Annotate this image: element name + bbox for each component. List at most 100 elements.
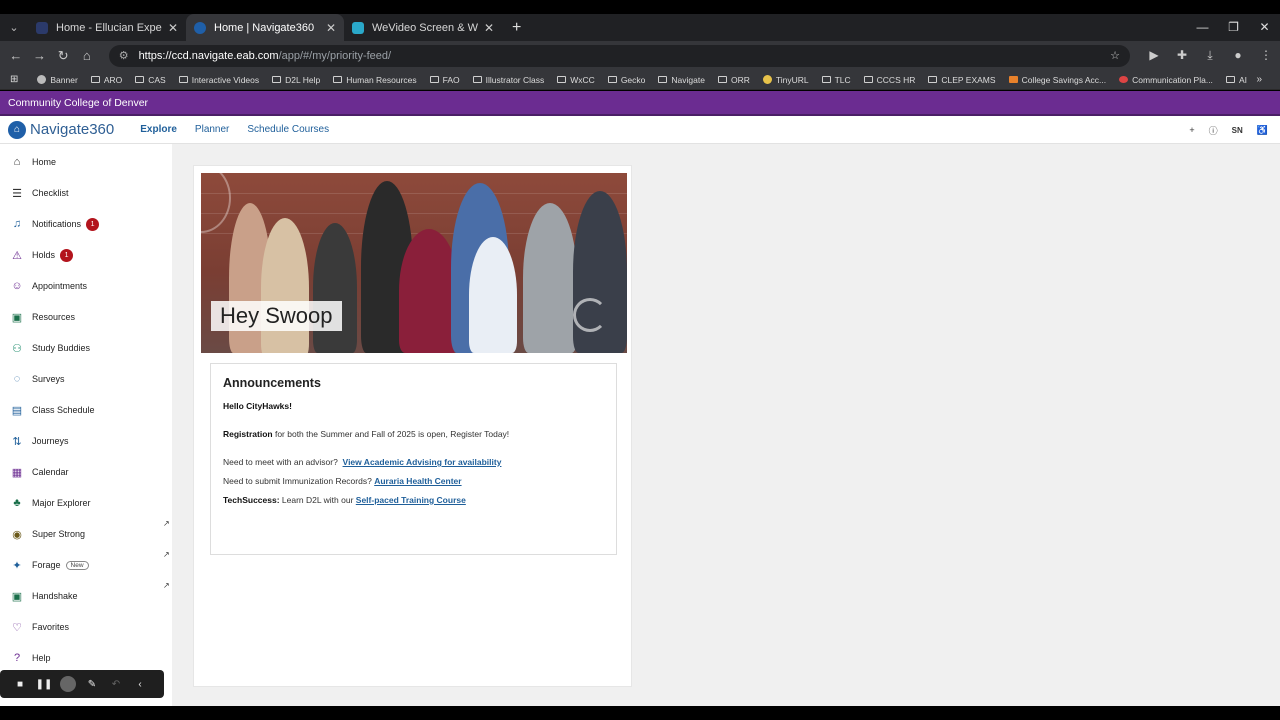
- auraria-health-link[interactable]: Auraria Health Center: [374, 476, 461, 486]
- url-input[interactable]: ⚙ https://ccd.navigate.eab.com/app/#/my/…: [108, 44, 1130, 67]
- close-tab-icon[interactable]: ✕: [484, 21, 494, 35]
- announcement-registration: Registration for both the Summer and Fal…: [223, 429, 510, 439]
- resources-icon: ▣: [11, 311, 23, 324]
- collapse-icon[interactable]: ‹: [128, 679, 152, 690]
- sidebar-item-super-strong[interactable]: ◉ Super Strong: [10, 525, 85, 543]
- bookmark-orr[interactable]: ORR: [717, 75, 750, 85]
- bookmark-d2l-help[interactable]: D2L Help: [272, 75, 320, 85]
- sidebar-item-major-explorer[interactable]: ♣ Major Explorer: [10, 494, 90, 512]
- record-status-icon[interactable]: [60, 676, 76, 692]
- group-icon: ⚇: [12, 342, 22, 355]
- site-info-icon[interactable]: ⚙: [119, 49, 129, 62]
- bookmark-tlc[interactable]: TLC: [821, 75, 851, 85]
- sidebar-item-forage[interactable]: ✦ Forage New: [10, 556, 89, 574]
- announcements-panel: Announcements Hello CityHawks! Registrat…: [210, 363, 617, 555]
- restore-icon[interactable]: ❐: [1218, 14, 1249, 41]
- forage-icon: ✦: [12, 559, 22, 572]
- bookmark-tinyurl[interactable]: TinyURL: [762, 75, 809, 85]
- bookmark-college-savings[interactable]: College Savings Acc...: [1008, 75, 1106, 85]
- academic-advising-link[interactable]: View Academic Advising for availability: [343, 457, 502, 467]
- bookmark-gecko[interactable]: Gecko: [607, 75, 645, 85]
- bookmark-cccs-hr[interactable]: CCCS HR: [863, 75, 915, 85]
- forward-icon[interactable]: →: [28, 48, 52, 63]
- sidebar-item-notifications[interactable]: ♫ Notifications 1: [10, 215, 100, 233]
- browser-tab-ellucian[interactable]: Home - Ellucian Experience ✕: [28, 14, 186, 41]
- home-icon: ⌂: [13, 156, 21, 168]
- sidebar-item-home[interactable]: ⌂ Home: [10, 153, 56, 171]
- bookmark-clep-exams[interactable]: CLEP EXAMS: [928, 75, 996, 85]
- calendar-icon: ▦: [11, 466, 23, 479]
- warning-icon: ⚠: [12, 249, 22, 262]
- help-circle-icon[interactable]: ⓘ: [1209, 124, 1218, 137]
- address-bar-row: ← → ↻ ⌂ ⚙ https://ccd.navigate.eab.com/a…: [0, 41, 1280, 70]
- sidebar-item-class-schedule[interactable]: ▤ Class Schedule: [10, 401, 95, 419]
- tab-search-icon[interactable]: ⌄: [0, 21, 28, 34]
- minimize-icon[interactable]: —: [1187, 14, 1218, 41]
- announcement-greeting: Hello CityHawks!: [223, 401, 292, 411]
- browser-tab-navigate[interactable]: Home | Navigate360 ✕: [186, 14, 344, 41]
- reload-icon[interactable]: ↻: [51, 48, 75, 64]
- window-controls: — ❐ ✕: [1187, 14, 1280, 41]
- sidebar-item-help[interactable]: ? Help: [10, 649, 51, 667]
- external-link-icon: ↗: [163, 519, 170, 528]
- sidebar-item-study-buddies[interactable]: ⚇ Study Buddies: [10, 339, 90, 357]
- close-tab-icon[interactable]: ✕: [326, 21, 336, 35]
- undo-icon[interactable]: ↶: [104, 679, 128, 690]
- heart-icon: ♡: [12, 621, 22, 634]
- bookmark-wxcc[interactable]: WxCC: [557, 75, 595, 85]
- new-tab-icon[interactable]: +: [512, 19, 521, 37]
- announcement-immunization: Need to submit Immunization Records? Aur…: [223, 476, 462, 486]
- menu-icon[interactable]: ⋮: [1252, 48, 1280, 63]
- more-bookmarks-icon[interactable]: »: [1256, 74, 1262, 85]
- apps-icon[interactable]: ⊞: [10, 74, 24, 85]
- sidebar-item-checklist[interactable]: ☰ Checklist: [10, 184, 68, 202]
- nav-explore[interactable]: Explore: [140, 124, 177, 135]
- top-navigation: ⌂ Navigate360 Explore Planner Schedule C…: [0, 116, 1280, 144]
- sidebar-item-calendar[interactable]: ▦ Calendar: [10, 463, 69, 481]
- user-avatar[interactable]: SN: [1232, 126, 1243, 135]
- brand-logo[interactable]: ⌂ Navigate360: [8, 120, 114, 139]
- back-icon[interactable]: ←: [4, 48, 28, 63]
- pen-icon[interactable]: ✎: [80, 679, 104, 690]
- external-link-icon: ↗: [163, 581, 170, 590]
- stop-recording-icon[interactable]: ■: [8, 679, 32, 690]
- holds-badge: 1: [60, 248, 74, 262]
- puzzle-icon[interactable]: ✚: [1168, 48, 1196, 63]
- bell-icon: ♫: [12, 218, 22, 230]
- bookmark-human-resources[interactable]: Human Resources: [333, 75, 417, 85]
- nav-schedule-courses[interactable]: Schedule Courses: [247, 124, 329, 135]
- bookmark-banner[interactable]: Banner: [37, 75, 78, 85]
- training-course-link[interactable]: Self-paced Training Course: [356, 495, 466, 505]
- screen: ⌄ Home - Ellucian Experience ✕ Home | Na…: [0, 0, 1280, 720]
- sidebar-item-surveys[interactable]: ◌ Surveys: [10, 370, 65, 388]
- bookmark-illustrator-class[interactable]: Illustrator Class: [472, 75, 544, 85]
- home-browser-icon[interactable]: ⌂: [75, 48, 99, 63]
- sidebar-item-appointments[interactable]: ☺ Appointments: [10, 277, 87, 295]
- tab-label: WeVideo Screen & Webcam Re: [372, 21, 478, 34]
- bookmark-star-icon[interactable]: ☆: [1110, 49, 1120, 62]
- bookmark-interactive-videos[interactable]: Interactive Videos: [178, 75, 259, 85]
- nav-planner[interactable]: Planner: [195, 124, 229, 135]
- bookmark-aro[interactable]: ARO: [90, 75, 122, 85]
- sidebar-item-resources[interactable]: ▣ Resources: [10, 308, 75, 326]
- bookmark-ai[interactable]: AI: [1225, 75, 1247, 85]
- close-tab-icon[interactable]: ✕: [168, 21, 178, 35]
- bookmark-cas[interactable]: CAS: [135, 75, 166, 85]
- extension-icon[interactable]: ▶: [1140, 48, 1168, 63]
- sidebar-item-journeys[interactable]: ⇅ Journeys: [10, 432, 68, 450]
- bookmark-navigate[interactable]: Navigate: [658, 75, 705, 85]
- sidebar-item-handshake[interactable]: ▣ Handshake: [10, 587, 78, 605]
- accessibility-icon[interactable]: ♿: [1257, 125, 1268, 136]
- sidebar-item-holds[interactable]: ⚠ Holds 1: [10, 246, 74, 264]
- download-icon[interactable]: ⤓: [1196, 48, 1224, 63]
- bookmark-communication-plan[interactable]: Communication Pla...: [1119, 75, 1213, 85]
- browser-tab-wevideo[interactable]: WeVideo Screen & Webcam Re ✕: [344, 14, 502, 41]
- pause-icon[interactable]: ❚❚: [32, 679, 56, 690]
- recorder-toolbar: ■ ❚❚ ✎ ↶ ‹: [0, 670, 164, 698]
- person-icon: ☺: [11, 280, 23, 292]
- profile-icon[interactable]: ●: [1224, 48, 1252, 63]
- sidebar-item-favorites[interactable]: ♡ Favorites: [10, 618, 69, 636]
- close-window-icon[interactable]: ✕: [1249, 14, 1280, 41]
- bookmark-fao[interactable]: FAO: [429, 75, 460, 85]
- add-icon[interactable]: +: [1189, 125, 1194, 135]
